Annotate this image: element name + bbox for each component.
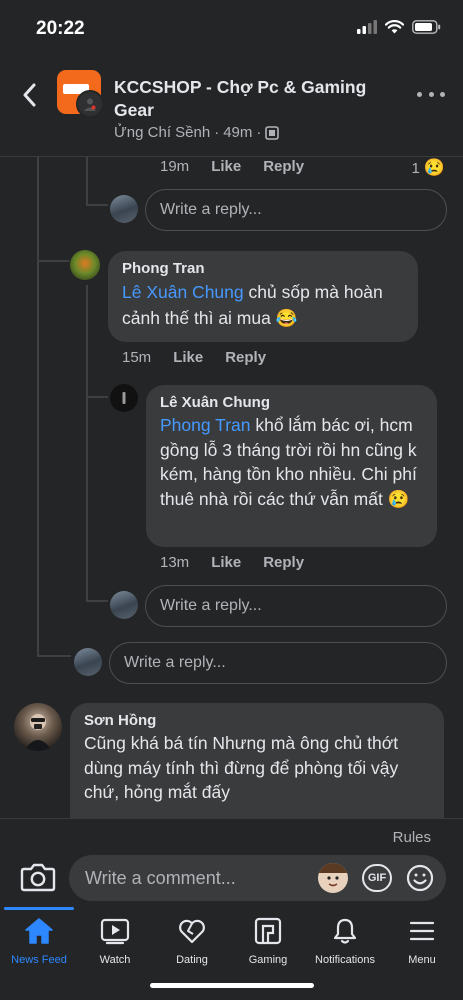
my-avatar [110, 195, 138, 223]
comment-time: 15m [122, 349, 152, 366]
mention-link[interactable]: Phong Tran [160, 415, 250, 435]
comment-actions: 19m Like Reply [160, 158, 304, 175]
avatar-person-icon [24, 714, 52, 751]
reply-placeholder: Write a reply... [160, 201, 262, 218]
author-avatar-badge [76, 90, 104, 118]
composer-icons: GIF [318, 863, 434, 893]
my-avatar [110, 591, 138, 619]
more-options-button[interactable] [417, 84, 445, 104]
page-title[interactable]: KCCSHOP - Chợ Pc & Gaming Gear [114, 76, 404, 122]
gif-button[interactable]: GIF [362, 864, 392, 892]
commenter-avatar[interactable] [110, 384, 138, 412]
active-tab-indicator [4, 907, 74, 910]
reaction-number: 1 [411, 159, 420, 177]
tab-label: Gaming [248, 954, 288, 966]
comment-bubble: Lê Xuân Chung Phong Tran khổ lắm bác ơi,… [146, 385, 437, 547]
comment-time: 19m [160, 158, 190, 175]
post-author[interactable]: Ửng Chí Sềnh [114, 124, 210, 141]
commenter-name[interactable]: Sơn Hồng [84, 711, 432, 731]
mention-link[interactable]: Lê Xuân Chung [122, 282, 244, 302]
gaming-icon [254, 917, 282, 945]
author-avatar-icon [84, 98, 96, 111]
commenter-name[interactable]: Lê Xuân Chung [160, 393, 425, 413]
comment-text: Cũng khá bá tín Nhưng mà ông chủ thớt dù… [84, 733, 399, 802]
reply-input[interactable]: Write a reply... [145, 585, 447, 627]
tab-news-feed[interactable]: News Feed [0, 916, 79, 966]
thread-line [37, 655, 71, 657]
battery-icon [412, 20, 441, 34]
thread-line [86, 285, 88, 601]
meta-separator: · [256, 124, 262, 141]
header-divider [0, 156, 463, 157]
reaction-count[interactable]: 1 😢 [411, 158, 445, 178]
comment-placeholder: Write a comment... [85, 867, 236, 888]
home-indicator [150, 983, 314, 988]
comment-input[interactable]: Write a comment... GIF [69, 855, 446, 901]
like-button[interactable]: Like [173, 349, 203, 366]
thread-line [86, 204, 108, 206]
wifi-icon [385, 20, 404, 34]
my-avatar [74, 648, 102, 676]
reply-input[interactable]: Write a reply... [109, 642, 447, 684]
reply-input[interactable]: Write a reply... [145, 189, 447, 231]
tab-label: Menu [408, 954, 436, 966]
tab-gaming[interactable]: Gaming [228, 916, 308, 966]
menu-icon [409, 921, 435, 941]
camera-icon [20, 863, 56, 892]
commenter-avatar[interactable] [14, 703, 62, 751]
reply-placeholder: Write a reply... [124, 654, 226, 671]
thread-line [37, 260, 69, 262]
comment-composer: Rules Write a comment... GIF [0, 818, 463, 904]
thread-line [86, 396, 108, 398]
comment-bubble: Phong Tran Lê Xuân Chung chủ sốp mà hoàn… [108, 251, 418, 342]
thread-line [86, 600, 108, 602]
tab-dating[interactable]: Dating [152, 916, 232, 966]
reply-button[interactable]: Reply [263, 158, 304, 175]
reply-button[interactable]: Reply [225, 349, 266, 366]
thread-line [37, 157, 39, 657]
status-icons [357, 20, 441, 34]
signal-icon [357, 20, 377, 34]
chevron-left-icon [23, 83, 36, 107]
reply-button[interactable]: Reply [263, 554, 304, 571]
comment-text: Lê Xuân Chung chủ sốp mà hoàn cảnh thế t… [122, 279, 406, 331]
tab-label: Notifications [315, 954, 375, 966]
avatar-sticker-icon [318, 863, 348, 887]
tab-label: Watch [99, 954, 131, 966]
tab-notifications[interactable]: Notifications [305, 916, 385, 966]
post-time: 49m [223, 124, 253, 141]
tab-label: Dating [176, 954, 208, 966]
like-button[interactable]: Like [211, 158, 241, 175]
status-bar: 20:22 [0, 0, 463, 58]
comment-actions: 15m Like Reply [122, 349, 266, 366]
watch-icon [100, 918, 130, 945]
commenter-avatar[interactable] [70, 250, 100, 280]
meta-separator: · [214, 124, 220, 141]
bell-icon [333, 918, 357, 944]
dating-heart-icon [179, 919, 205, 944]
like-button[interactable]: Like [211, 554, 241, 571]
gif-label: GIF [367, 872, 387, 884]
tab-label: News Feed [11, 954, 67, 966]
thread-line [86, 157, 88, 205]
avatar-sticker-button[interactable] [318, 863, 348, 893]
back-button[interactable] [14, 80, 44, 110]
comment-text: Phong Tran khổ lắm bác ơi, hcm gồng lỗ 3… [160, 413, 425, 511]
tab-watch[interactable]: Watch [75, 916, 155, 966]
comment-time: 13m [160, 554, 190, 571]
reply-placeholder: Write a reply... [160, 597, 262, 614]
camera-button[interactable] [20, 861, 56, 893]
sad-reaction-icon: 😢 [423, 158, 445, 177]
audience-icon [265, 125, 280, 140]
avatar-figure-icon [122, 392, 126, 404]
commenter-name[interactable]: Phong Tran [122, 259, 406, 279]
tab-menu[interactable]: Menu [382, 916, 462, 966]
status-time: 20:22 [36, 18, 85, 39]
home-icon [25, 918, 53, 944]
emoji-icon[interactable] [406, 864, 434, 892]
post-meta: Ửng Chí Sềnh · 49m · [114, 124, 280, 141]
comment-actions: 13m Like Reply [160, 554, 304, 571]
post-header: KCCSHOP - Chợ Pc & Gaming Gear Ửng Chí S… [0, 62, 463, 154]
rules-link[interactable]: Rules [393, 829, 431, 846]
